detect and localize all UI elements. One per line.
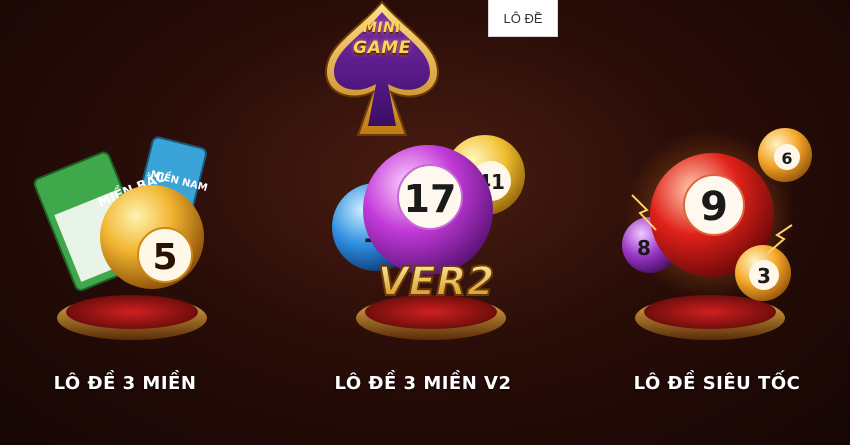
logo-text-line2: GAME bbox=[353, 38, 411, 58]
mini-game-lobby: MINI GAME LÔ ĐỀ MIỀN BẮC MIỀN NAM 5 LÔ Đ… bbox=[0, 0, 850, 445]
logo-text-line1: MINI bbox=[362, 20, 402, 36]
ball-small-top-number: 6 bbox=[781, 149, 792, 168]
tab-lo-de[interactable]: LÔ ĐỀ bbox=[488, 0, 558, 37]
game-title: LÔ ĐỀ 3 MIỀN bbox=[53, 373, 197, 394]
lo-de-sieu-toc-artwork: 8 9 6 3 bbox=[622, 128, 812, 340]
lo-de-3-mien-artwork: MIỀN BẮC MIỀN NAM 5 bbox=[33, 136, 209, 340]
ball-number: 5 bbox=[152, 237, 177, 278]
game-title: LÔ ĐỀ 3 MIỀN V2 bbox=[334, 373, 512, 394]
lo-de-3-mien-v2-artwork: 1 41 17 VER2 bbox=[332, 135, 525, 340]
ver2-badge: VER2 bbox=[378, 259, 495, 305]
ball-small-bottom-number: 3 bbox=[757, 264, 771, 288]
game-tile-lo-de-sieu-toc[interactable]: 8 9 6 3 LÔ ĐỀ SIÊU TỐC bbox=[592, 115, 842, 415]
game-tile-lo-de-3-mien-v2[interactable]: 1 41 17 VER2 LÔ ĐỀ 3 MIỀN V2 bbox=[298, 115, 548, 415]
game-title: LÔ ĐỀ SIÊU TỐC bbox=[633, 373, 801, 394]
ball-main-number: 9 bbox=[700, 184, 728, 230]
ball-main-number: 17 bbox=[404, 177, 457, 221]
ball-left-number: 8 bbox=[637, 236, 651, 260]
game-tile-lo-de-3-mien[interactable]: MIỀN BẮC MIỀN NAM 5 LÔ ĐỀ 3 MIỀN bbox=[0, 115, 250, 415]
